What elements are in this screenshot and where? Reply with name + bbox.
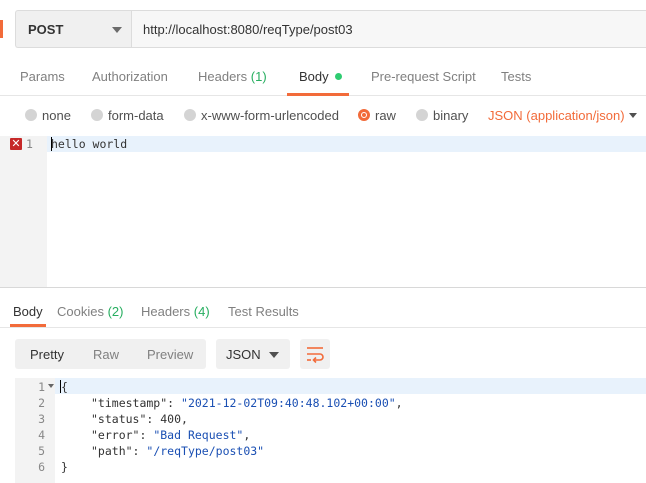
json-key: "path" — [91, 444, 133, 458]
active-line-highlight — [47, 136, 646, 152]
tab-authorization[interactable]: Authorization — [92, 69, 168, 84]
json-value: "Bad Request" — [153, 428, 244, 442]
response-tab-headers-label: Headers — [141, 304, 191, 319]
json-key: "status" — [91, 412, 147, 426]
response-tab-headers[interactable]: Headers (4) — [141, 304, 210, 319]
tab-body-label: Body — [299, 69, 329, 84]
json-key: "error" — [91, 428, 140, 442]
line-number: 1 — [38, 380, 45, 394]
response-tab-test-results[interactable]: Test Results — [228, 304, 299, 319]
json-line: "timestamp": "2021-12-02T09:40:48.102+00… — [91, 396, 403, 410]
json-key: "timestamp" — [91, 396, 168, 410]
view-raw-button[interactable]: Raw — [93, 347, 119, 362]
radio-none-label[interactable]: none — [42, 108, 71, 123]
modified-dot-icon — [334, 73, 342, 81]
response-tab-body[interactable]: Body — [13, 304, 43, 319]
active-tab-indicator — [10, 324, 46, 327]
tab-headers-count: (1) — [250, 69, 267, 84]
tab-headers[interactable]: Headers (1) — [198, 69, 267, 84]
fold-caret-icon[interactable] — [48, 384, 54, 388]
content-type-select[interactable]: JSON (application/json) — [488, 108, 625, 123]
wrap-lines-button[interactable] — [300, 339, 330, 369]
body-type-selector: none form-data x-www-form-urlencoded raw… — [0, 96, 646, 136]
response-tab-headers-count: (4) — [193, 304, 210, 319]
response-format-select[interactable]: JSON — [216, 339, 290, 369]
json-line: "path": "/reqType/post03" — [91, 444, 265, 458]
json-line: "error": "Bad Request", — [91, 428, 251, 442]
error-icon: ✕ — [10, 137, 22, 150]
json-close-brace: } — [61, 460, 68, 474]
json-comma: , — [243, 428, 251, 442]
chevron-down-icon[interactable] — [629, 113, 637, 118]
request-body-text[interactable]: hello world — [51, 137, 127, 151]
text-cursor — [51, 137, 52, 151]
line-number: 2 — [38, 396, 45, 410]
radio-form-data[interactable] — [91, 109, 103, 121]
line-number: 4 — [38, 428, 45, 442]
response-tab-cookies-count: (2) — [107, 304, 124, 319]
radio-urlencoded-label[interactable]: x-www-form-urlencoded — [201, 108, 339, 123]
view-mode-group: Pretty Raw Preview — [15, 339, 206, 369]
active-line-highlight — [15, 378, 646, 394]
json-value: "2021-12-02T09:40:48.102+00:00" — [181, 396, 396, 410]
tab-headers-label: Headers — [198, 69, 248, 84]
json-line: "status": 400, — [91, 412, 188, 426]
radio-form-data-label[interactable]: form-data — [108, 108, 164, 123]
line-gutter — [0, 136, 47, 287]
tab-body[interactable]: Body — [299, 69, 342, 84]
url-input[interactable] — [131, 10, 646, 48]
response-tab-cookies-label: Cookies — [57, 304, 104, 319]
response-format-label: JSON — [226, 347, 261, 362]
json-value: "/reqType/post03" — [146, 444, 265, 458]
method-label: POST — [28, 22, 64, 37]
response-tabs: Body Cookies (2) Headers (4) Test Result… — [0, 296, 646, 328]
wrap-lines-icon — [307, 347, 324, 364]
line-number: 6 — [38, 460, 45, 474]
request-url-bar: POST — [0, 0, 646, 56]
json-value: 400 — [160, 412, 182, 426]
json-open-brace: { — [61, 380, 68, 394]
line-number: 3 — [38, 412, 45, 426]
response-body-viewer[interactable]: 1 2 3 4 5 6 { "timestamp": "2021-12-02T0… — [15, 378, 646, 483]
json-comma: , — [181, 412, 188, 426]
json-comma: , — [395, 396, 403, 410]
request-body-editor[interactable]: ✕ 1 hello world — [0, 136, 646, 288]
response-tab-cookies[interactable]: Cookies (2) — [57, 304, 123, 319]
radio-raw-label[interactable]: raw — [375, 108, 396, 123]
tab-params[interactable]: Params — [20, 69, 65, 84]
chevron-down-icon — [112, 27, 122, 33]
radio-raw[interactable] — [358, 109, 370, 121]
line-number: 5 — [38, 444, 45, 458]
radio-none[interactable] — [25, 109, 37, 121]
request-tabs: Params Authorization Headers (1) Body Pr… — [0, 56, 646, 96]
tab-pre-request-script[interactable]: Pre-request Script — [371, 69, 476, 84]
view-preview-button[interactable]: Preview — [147, 347, 193, 362]
chevron-down-icon — [269, 352, 279, 358]
line-number: 1 — [26, 137, 33, 151]
view-pretty-button[interactable]: Pretty — [30, 347, 64, 362]
radio-urlencoded[interactable] — [184, 109, 196, 121]
radio-binary[interactable] — [416, 109, 428, 121]
method-select[interactable]: POST — [15, 10, 131, 48]
radio-binary-label[interactable]: binary — [433, 108, 468, 123]
tab-tests[interactable]: Tests — [501, 69, 531, 84]
tab-accent-marker — [0, 20, 3, 38]
